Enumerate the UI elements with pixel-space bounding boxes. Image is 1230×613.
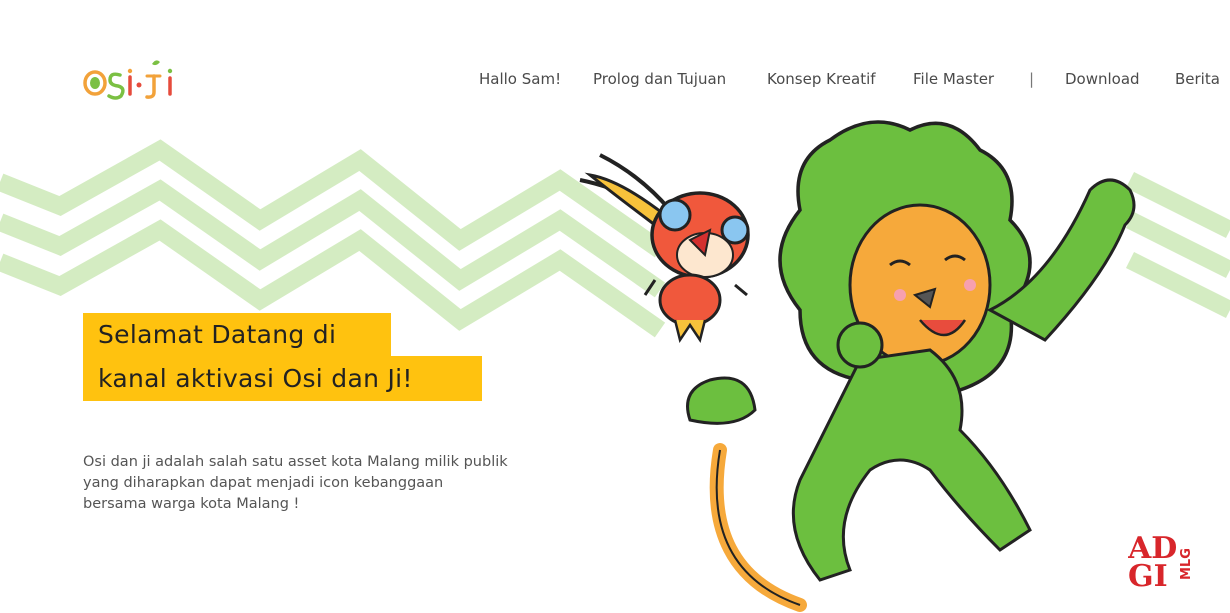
hero-title-line1: Selamat Datang di bbox=[98, 320, 337, 349]
nav-item-konsep[interactable]: Konsep Kreatif bbox=[767, 70, 876, 88]
nav-item-hallo[interactable]: Hallo Sam! bbox=[479, 70, 561, 88]
hero-title-line2: kanal aktivasi Osi dan Ji! bbox=[98, 364, 413, 393]
nav-item-prolog[interactable]: Prolog dan Tujuan bbox=[593, 70, 726, 88]
nav-separator: | bbox=[1029, 70, 1035, 88]
hero-description: Osi dan ji adalah salah satu asset kota … bbox=[83, 452, 553, 515]
nav-item-berita[interactable]: Berita bbox=[1175, 70, 1220, 88]
nav-item-download[interactable]: Download bbox=[1065, 70, 1140, 88]
description-line: yang diharapkan dapat menjadi icon keban… bbox=[83, 475, 444, 491]
mascot-illustration bbox=[579, 120, 1136, 612]
badge-sub: MLG bbox=[1179, 548, 1194, 580]
ji-lion-icon bbox=[686, 120, 1136, 612]
adgi-mlg-logo: AD GI MLG bbox=[1128, 531, 1194, 588]
osi-bird-icon bbox=[579, 153, 750, 344]
description-line: bersama warga kota Malang ! bbox=[83, 496, 300, 512]
description-line: Osi dan ji adalah salah satu asset kota … bbox=[83, 454, 508, 470]
nav-item-file-master[interactable]: File Master bbox=[913, 70, 994, 88]
badge-main-bottom: GI bbox=[1128, 559, 1168, 588]
main-nav: Hallo Sam! Prolog dan Tujuan Konsep Krea… bbox=[0, 70, 1230, 92]
